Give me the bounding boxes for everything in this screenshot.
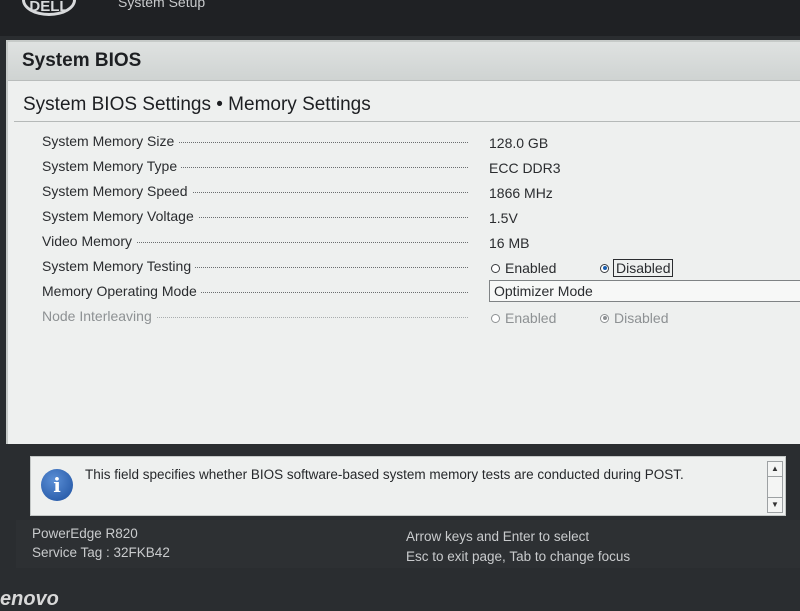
radio-unselected-icon xyxy=(491,263,500,273)
navigation-hint: Arrow keys and Enter to select xyxy=(406,529,590,544)
setting-value: 1866 MHz xyxy=(489,185,553,201)
setting-memory-size[interactable]: System Memory Size 128.0 GB xyxy=(8,130,800,155)
radio-selected-icon xyxy=(600,263,609,273)
setting-value: 1.5V xyxy=(489,210,518,226)
page-title: System BIOS Settings • Memory Settings xyxy=(23,94,371,115)
setting-memory-type[interactable]: System Memory Type ECC DDR3 xyxy=(8,155,800,180)
dropdown-value: Optimizer Mode xyxy=(494,283,593,299)
help-panel: i This field specifies whether BIOS soft… xyxy=(30,456,786,516)
radio-label: Enabled xyxy=(505,260,557,276)
node-interleaving-enabled-radio: Enabled xyxy=(489,310,558,326)
scroll-up-icon[interactable]: ▲ xyxy=(768,462,782,477)
help-text: This field specifies whether BIOS softwa… xyxy=(85,467,684,482)
setting-label: System Memory Testing xyxy=(42,258,196,274)
system-setup-title: System Setup xyxy=(118,0,206,10)
memory-testing-disabled-radio[interactable]: Disabled xyxy=(598,259,674,277)
setting-label: System Memory Voltage xyxy=(42,208,198,224)
setting-memory-speed[interactable]: System Memory Speed 1866 MHz xyxy=(8,180,800,205)
setting-value: 16 MB xyxy=(489,235,530,251)
title-divider xyxy=(14,121,800,122)
setting-label: System Memory Size xyxy=(42,133,179,149)
setting-node-interleaving: Node Interleaving Enabled Disabled xyxy=(8,305,800,330)
setting-value: 128.0 GB xyxy=(489,135,549,151)
setting-label: Video Memory xyxy=(42,233,137,249)
exit-hint: Esc to exit page, Tab to change focus xyxy=(406,549,631,564)
setting-label: Node Interleaving xyxy=(42,308,156,324)
help-scrollbar[interactable]: ▲ ▼ xyxy=(767,461,783,513)
setting-label: System Memory Speed xyxy=(42,183,192,199)
settings-list: System Memory Size 128.0 GB System Memor… xyxy=(8,130,800,330)
radio-selected-icon xyxy=(600,313,609,323)
radio-label: Enabled xyxy=(505,310,557,326)
node-interleaving-disabled-radio: Disabled xyxy=(598,310,670,326)
setting-memory-testing: System Memory Testing Enabled Disabled xyxy=(8,255,800,280)
memory-testing-enabled-radio[interactable]: Enabled xyxy=(489,260,558,276)
scroll-down-icon[interactable]: ▼ xyxy=(768,497,782,512)
setting-video-memory[interactable]: Video Memory 16 MB xyxy=(8,230,800,255)
radio-label: Disabled xyxy=(614,310,669,326)
setting-memory-operating-mode: Memory Operating Mode Optimizer Mode xyxy=(8,280,800,305)
info-icon: i xyxy=(41,469,73,501)
top-bar: DELL System Setup xyxy=(0,0,800,36)
dell-logo: DELL xyxy=(22,0,76,16)
radio-unselected-icon xyxy=(491,313,500,323)
window-header: System BIOS xyxy=(8,42,800,81)
operating-mode-dropdown[interactable]: Optimizer Mode xyxy=(489,280,800,302)
service-tag: Service Tag : 32FKB42 xyxy=(32,545,170,560)
setting-value: ECC DDR3 xyxy=(489,160,561,176)
setting-memory-voltage[interactable]: System Memory Voltage 1.5V xyxy=(8,205,800,230)
setting-label: Memory Operating Mode xyxy=(42,283,201,299)
radio-label-focused: Disabled xyxy=(612,259,674,277)
status-footer: PowerEdge R820 Service Tag : 32FKB42 Arr… xyxy=(16,520,800,568)
setting-label: System Memory Type xyxy=(42,158,182,174)
bios-window: System BIOS System BIOS Settings • Memor… xyxy=(6,40,800,444)
model-name: PowerEdge R820 xyxy=(32,526,138,541)
window-title: System BIOS xyxy=(22,50,142,71)
